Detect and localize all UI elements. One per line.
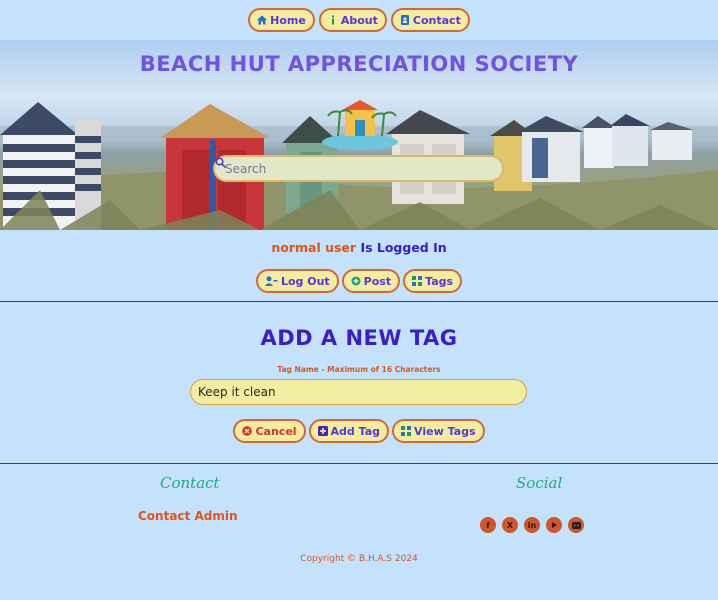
add-tag-button[interactable]: Add Tag <box>308 419 390 443</box>
tags-button[interactable]: Tags <box>403 269 463 293</box>
divider-bottom <box>0 463 718 464</box>
view-tags-button[interactable]: View Tags <box>392 419 485 443</box>
copyright: Copyright © B.H.A.S 2024 <box>300 554 418 564</box>
login-status: normal user Is Logged In <box>0 240 718 255</box>
home-icon <box>257 15 268 25</box>
tags-grid-icon <box>401 426 412 436</box>
logout-label: Log Out <box>280 274 330 288</box>
linkedin-icon[interactable]: in <box>524 517 540 533</box>
social-heading: Social <box>516 474 563 492</box>
search-placeholder: Search <box>225 161 267 176</box>
search-icon[interactable] <box>215 157 226 168</box>
contact-heading: Contact <box>160 474 220 492</box>
youtube-play-icon <box>552 522 557 528</box>
hero-banner: BEACH HUT APPRECIATION SOCIETY Search <box>0 40 718 230</box>
cancel-label: Cancel <box>255 424 297 438</box>
post-button[interactable]: Post <box>341 269 401 293</box>
tag-name-input[interactable]: Keep it clean <box>190 379 527 405</box>
nav-about-label: About <box>340 13 378 27</box>
cancel-button[interactable]: Cancel <box>233 419 306 443</box>
discord-icon[interactable] <box>568 517 584 533</box>
divider-top <box>0 301 718 302</box>
logout-button[interactable]: Log Out <box>255 269 339 293</box>
info-icon <box>331 15 334 25</box>
facebook-icon[interactable]: f <box>480 517 496 533</box>
username: normal user <box>271 240 357 255</box>
youtube-icon[interactable] <box>546 517 562 533</box>
tags-label: Tags <box>425 274 454 288</box>
page-title: ADD A NEW TAG <box>260 326 458 350</box>
x-icon[interactable]: X <box>502 517 518 533</box>
nav-contact-button[interactable]: Contact <box>390 8 470 32</box>
comment-plus-icon <box>351 276 361 286</box>
nav-about-button[interactable]: About <box>318 8 387 32</box>
add-tag-label: Add Tag <box>330 424 381 438</box>
address-book-icon <box>400 15 409 25</box>
contact-admin-link[interactable]: Contact Admin <box>138 509 238 523</box>
top-nav: Home About Contact <box>0 8 718 32</box>
site-title: BEACH HUT APPRECIATION SOCIETY <box>139 52 579 76</box>
discord-glyph-icon <box>571 521 581 529</box>
view-tags-label: View Tags <box>414 424 476 438</box>
plus-square-icon <box>317 426 328 436</box>
form-actions: Cancel Add Tag View Tags <box>0 419 718 443</box>
nav-contact-label: Contact <box>412 13 461 27</box>
tag-name-label: Tag Name - Maximum of 16 Characters <box>277 365 441 374</box>
nav-home-label: Home <box>270 13 306 27</box>
login-status-text: Is Logged In <box>360 240 447 255</box>
social-links: f X in <box>480 517 584 533</box>
post-label: Post <box>363 274 392 288</box>
user-actions: Log Out Post Tags <box>0 269 718 293</box>
user-minus-icon <box>264 276 278 286</box>
cancel-icon <box>242 426 253 436</box>
nav-home-button[interactable]: Home <box>248 8 315 32</box>
search-input[interactable]: Search <box>213 155 504 182</box>
tags-grid-icon <box>412 276 423 286</box>
